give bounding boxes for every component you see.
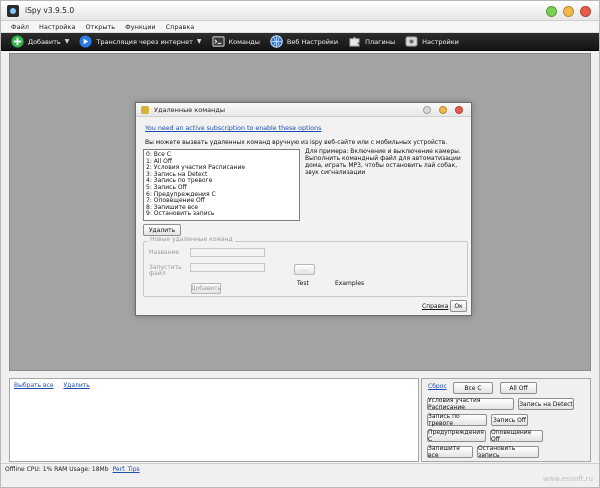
toolbar-add-label: Добавить xyxy=(28,37,61,46)
minimize-button[interactable] xyxy=(546,6,557,17)
file-label: файл xyxy=(149,270,166,277)
examples-label[interactable]: Examples xyxy=(335,280,364,287)
toolbar-add-button[interactable]: Добавить ▼ xyxy=(11,33,69,51)
cmd-record-alert-label: Запись по тревоге xyxy=(428,413,460,427)
delete-link[interactable]: Удалить xyxy=(64,382,90,389)
dialog-minimize-button[interactable] xyxy=(423,106,431,114)
cmd-schedule-label: Условия участия Расписание xyxy=(428,397,481,411)
cmd-record-off-label: Запись Off xyxy=(493,416,526,424)
test-label[interactable]: Test xyxy=(297,280,309,287)
ok-button[interactable]: Ок xyxy=(450,300,467,312)
cmd-schedule-button[interactable]: Условия участия Расписание xyxy=(427,397,514,411)
execute-file-field[interactable] xyxy=(190,263,265,272)
cmd-alerts-on-button[interactable]: Предупреждения С xyxy=(427,429,486,443)
delete-command-label: Удалить xyxy=(148,226,176,234)
list-item[interactable]: 9: Остановить запись xyxy=(146,211,297,218)
window-title: iSpy v3.9.5.0 xyxy=(25,6,75,15)
dialog-description: Вы можете вызвать удаленных команд вручн… xyxy=(145,139,448,146)
play-icon xyxy=(79,35,92,48)
toolbar-web-settings-button[interactable]: Веб Настройки xyxy=(270,33,338,51)
toolbar-web-settings-label: Веб Настройки xyxy=(286,37,339,46)
cmd-all-off-button[interactable]: All Off xyxy=(500,382,537,394)
menu-functions[interactable]: Функции xyxy=(125,23,156,31)
cmd-all-on-label: Все С xyxy=(464,384,482,392)
toolbar-settings-button[interactable]: Настройки xyxy=(405,33,459,51)
cmd-record-detect-label: Запись на Detect xyxy=(519,400,573,408)
cmd-record-detect-button[interactable]: Запись на Detect xyxy=(518,398,574,410)
select-all-link[interactable]: Выбрать все xyxy=(14,382,54,389)
toolbar-commands-button[interactable]: Команды xyxy=(211,33,260,51)
toolbar-broadcast-label: Трансляция через интернет xyxy=(96,37,193,46)
globe-icon xyxy=(270,35,283,48)
app-icon xyxy=(141,105,149,114)
bottom-left-links: Выбрать все Удалить xyxy=(14,382,90,389)
chevron-down-icon: ▼ xyxy=(64,38,70,45)
ok-label: Ок xyxy=(454,302,463,310)
cmd-all-off-label: All Off xyxy=(509,384,528,392)
menu-help[interactable]: Справка xyxy=(166,23,195,31)
dialog-title: Удаленные команды xyxy=(154,105,225,114)
browse-button[interactable]: ... xyxy=(294,264,315,275)
cmd-alerts-off-label: Оповещение Off xyxy=(491,429,532,443)
subscription-link[interactable]: You need an active subscription to enabl… xyxy=(145,125,321,132)
cmd-all-on-button[interactable]: Все С xyxy=(453,382,493,394)
example-text: Для примера: Включение и выключение каме… xyxy=(305,148,461,176)
menu-file[interactable]: Файл xyxy=(11,23,29,31)
reset-link[interactable]: Сброс xyxy=(428,383,447,390)
quick-commands-panel: Сброс Все С All Off Условия участия Расп… xyxy=(421,378,591,462)
title-bar: iSpy v3.9.5.0 xyxy=(1,1,599,21)
toolbar-commands-label: Команды xyxy=(228,37,260,46)
plus-icon xyxy=(11,35,24,48)
dialog-close-button[interactable] xyxy=(455,106,463,114)
dialog-controls xyxy=(423,106,463,114)
cmd-stop-recording-label: Остановить запись xyxy=(478,445,516,459)
menu-open[interactable]: Открыть xyxy=(85,23,115,31)
menu-bar: Файл Настройка Открыть Функции Справка xyxy=(1,21,599,33)
ispy-app-icon xyxy=(7,4,19,17)
add-command-button[interactable]: Добавить xyxy=(191,283,221,294)
maximize-button[interactable] xyxy=(563,6,574,17)
remote-commands-dialog: Удаленные команды You need an active sub… xyxy=(135,102,472,316)
dialog-title-bar: Удаленные команды xyxy=(136,103,471,117)
browse-label: ... xyxy=(301,266,308,273)
new-command-legend: Новые удаленные команд xyxy=(148,236,235,243)
cmd-alerts-on-label: Предупреждения С xyxy=(428,429,484,443)
puzzle-icon xyxy=(348,35,361,48)
cmd-record-alert-button[interactable]: Запись по тревоге xyxy=(427,413,487,427)
dialog-maximize-button[interactable] xyxy=(439,106,447,114)
name-field[interactable] xyxy=(190,248,265,257)
help-link[interactable]: Справка xyxy=(422,303,448,310)
cmd-record-off-button[interactable]: Запись Off xyxy=(491,414,528,426)
cmd-alerts-off-button[interactable]: Оповещение Off xyxy=(490,429,543,443)
status-bar: Offline CPU: 1% RAM Usage: 18Mb Perf. Ti… xyxy=(1,463,599,475)
bottom-left-panel: Выбрать все Удалить xyxy=(9,378,419,462)
commands-list[interactable]: 0: Все С 1: All Off 2: Условия участия Р… xyxy=(143,149,300,221)
window-controls xyxy=(546,6,591,17)
status-text: Offline CPU: 1% RAM Usage: 18Mb xyxy=(5,466,109,473)
chevron-down-icon: ▼ xyxy=(196,38,202,45)
add-command-label: Добавить xyxy=(190,285,222,292)
cmd-record-all-button[interactable]: Запишите все xyxy=(427,445,473,459)
close-button[interactable] xyxy=(580,6,591,17)
cmd-record-all-label: Запишите все xyxy=(428,445,460,459)
toolbar-broadcast-button[interactable]: Трансляция через интернет ▼ xyxy=(79,33,202,51)
name-label: Название xyxy=(149,249,180,256)
toolbar-settings-label: Настройки xyxy=(422,37,459,46)
menu-settings[interactable]: Настройка xyxy=(39,23,75,31)
app-window: iSpy v3.9.5.0 Файл Настройка Открыть Фун… xyxy=(0,0,600,488)
toolbar-plugins-label: Плагины xyxy=(365,37,396,46)
terminal-icon xyxy=(211,35,225,48)
delete-command-button[interactable]: Удалить xyxy=(143,224,181,236)
toolbar-plugins-button[interactable]: Плагины xyxy=(348,33,395,51)
watermark-text: www.ensoft.ru xyxy=(542,475,593,483)
settings-icon xyxy=(405,35,418,48)
toolbar: Добавить ▼ Трансляция через интернет ▼ К… xyxy=(1,33,599,51)
cmd-stop-recording-button[interactable]: Остановить запись xyxy=(477,445,539,459)
perf-tips-link[interactable]: Perf. Tips xyxy=(113,466,140,473)
